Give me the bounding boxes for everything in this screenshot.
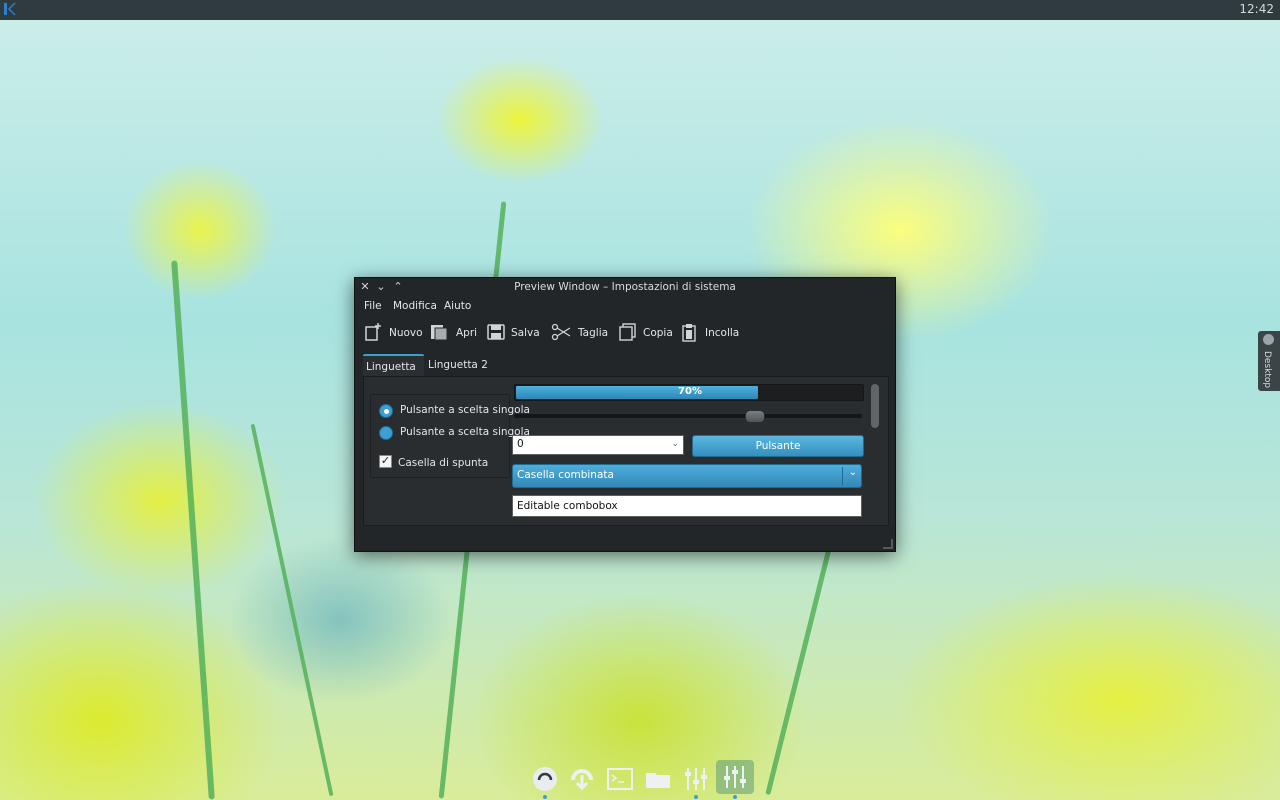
combobox-separator xyxy=(842,467,843,485)
plasma-icon[interactable] xyxy=(530,764,560,794)
desktop-toolbox-tab[interactable]: Desktop xyxy=(1258,331,1280,391)
kde-logo-icon[interactable] xyxy=(2,1,18,17)
checkbox[interactable]: ✓ xyxy=(379,455,392,468)
preview-window: ✕ ⌄ ⌃ Preview Window – Impostazioni di s… xyxy=(354,277,896,552)
system-settings-dock-item[interactable] xyxy=(716,760,754,794)
progress-text: 70% xyxy=(678,386,702,397)
cut-icon xyxy=(551,323,571,341)
open-folder-icon xyxy=(431,325,448,341)
menu-modifica[interactable]: Modifica xyxy=(393,300,437,312)
paste-icon xyxy=(682,324,696,342)
terminal-icon[interactable] xyxy=(605,764,635,794)
toolbar-open-button[interactable]: Apri xyxy=(429,321,478,343)
toolbar-new-label: Nuovo xyxy=(389,327,423,339)
tab-linguetta-1[interactable]: Linguetta 1 xyxy=(363,354,424,395)
progress-bar: 70% xyxy=(514,384,864,401)
toolbar-cut-button[interactable]: Taglia xyxy=(551,321,609,343)
toolbar-copy-label: Copia xyxy=(643,327,673,339)
resize-grip-icon[interactable] xyxy=(883,539,893,549)
combobox[interactable]: Casella combinata ⌄ xyxy=(512,464,862,488)
toolbar-save-label: Salva xyxy=(511,327,540,339)
spinbox[interactable]: 0 ⌄ xyxy=(512,435,684,455)
options-groupbox: Pulsante a scelta singola Pulsante a sce… xyxy=(370,394,530,478)
dock-indicator xyxy=(543,795,547,799)
checkbox-label: Casella di spunta xyxy=(398,457,489,469)
window-title: Preview Window – Impostazioni di sistema xyxy=(514,281,736,293)
toolbar: Nuovo Apri Salva Taglia Copia Incolla xyxy=(355,318,895,346)
clock[interactable]: 12:42 xyxy=(1239,2,1274,16)
editable-combobox[interactable]: Editable combobox xyxy=(512,495,862,517)
save-icon xyxy=(487,324,505,340)
menu-aiuto[interactable]: Aiuto xyxy=(444,300,471,312)
radio-button-1[interactable] xyxy=(379,404,393,418)
toolbar-copy-button[interactable]: Copia xyxy=(618,321,673,343)
dock xyxy=(528,760,760,800)
dock-indicator xyxy=(694,795,698,799)
combobox-value: Casella combinata xyxy=(517,469,614,481)
mixer-icon[interactable] xyxy=(681,764,711,794)
radio-label-1: Pulsante a scelta singola xyxy=(400,404,530,416)
slider[interactable] xyxy=(514,410,862,423)
chevron-down-icon[interactable]: ⌄ xyxy=(849,467,857,478)
toolbox-icon xyxy=(1263,334,1274,345)
toolbar-save-button[interactable]: Salva xyxy=(486,321,540,343)
wallpaper-stem xyxy=(171,260,215,800)
toolbar-open-label: Apri xyxy=(456,327,478,339)
push-button[interactable]: Pulsante xyxy=(692,435,864,457)
toolbar-new-button[interactable]: Nuovo xyxy=(363,321,423,343)
copy-icon xyxy=(619,323,636,341)
system-settings-icon xyxy=(724,766,746,788)
scrollbar-thumb[interactable] xyxy=(871,384,879,428)
update-icon[interactable] xyxy=(567,764,597,794)
new-document-icon xyxy=(365,323,381,341)
tab-panel: Pulsante a scelta singola Pulsante a sce… xyxy=(363,376,889,526)
dock-indicator xyxy=(733,795,737,799)
radio-label-2: Pulsante a scelta singola xyxy=(400,426,530,438)
toolbar-paste-label: Incolla xyxy=(705,327,740,339)
folder-icon[interactable] xyxy=(643,764,673,794)
menu-file[interactable]: File xyxy=(364,300,382,312)
radio-button-2[interactable] xyxy=(379,426,393,440)
toolbar-paste-button[interactable]: Incolla xyxy=(680,321,740,343)
menubar: File Modifica Aiuto xyxy=(355,298,895,316)
chevron-down-icon[interactable]: ⌄ xyxy=(671,439,679,449)
wallpaper-stem xyxy=(250,423,334,797)
desktop-tab-label: Desktop xyxy=(1262,351,1272,389)
slider-handle[interactable] xyxy=(745,410,765,423)
spinbox-value: 0 xyxy=(517,438,524,450)
top-panel: 12:42 xyxy=(0,0,1280,20)
editable-combobox-value: Editable combobox xyxy=(517,500,618,512)
vertical-scrollbar[interactable] xyxy=(870,382,880,522)
titlebar[interactable]: ✕ ⌄ ⌃ Preview Window – Impostazioni di s… xyxy=(355,278,895,297)
toolbar-cut-label: Taglia xyxy=(578,327,609,339)
tab-linguetta-2[interactable]: Linguetta 2 xyxy=(427,354,488,376)
